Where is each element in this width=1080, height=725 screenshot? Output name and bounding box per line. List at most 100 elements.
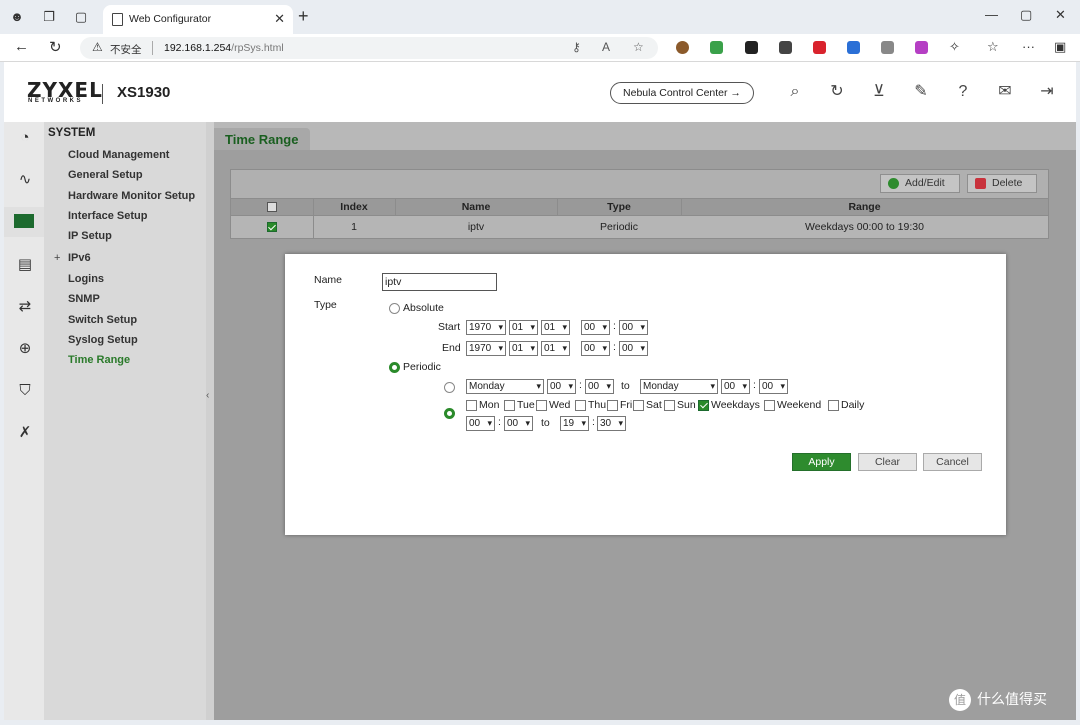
absolute-radio[interactable] [389, 303, 400, 314]
range-from-hour-select[interactable]: 00 [547, 379, 576, 394]
select-all-checkbox[interactable] [267, 202, 277, 213]
day-checkbox-tue[interactable] [504, 400, 515, 411]
url-bar[interactable]: ⚠ 不安全 192.168.1.254/rpSys.html ⚷ A ☆ [80, 37, 658, 59]
day-checkbox-mon[interactable] [466, 400, 477, 411]
cookie-extension-icon[interactable] [676, 41, 689, 54]
day-checkbox-weekend[interactable] [764, 400, 775, 411]
close-window-icon[interactable]: ✕ [1055, 7, 1066, 23]
days-from-hour-select[interactable]: 00 [466, 416, 495, 431]
day-checkbox-thu[interactable] [575, 400, 586, 411]
days-to-hour-select[interactable]: 19 [560, 416, 589, 431]
range-to-hour-select[interactable]: 00 [721, 379, 750, 394]
security-icon[interactable]: ⛉ [14, 381, 36, 401]
end-day-select[interactable]: 01 [541, 341, 570, 356]
tools-icon[interactable]: ✎ [911, 82, 931, 102]
collections-icon[interactable]: ❐ [40, 8, 58, 26]
search-icon[interactable]: ⌕ [785, 82, 805, 102]
menu-item-logins[interactable]: Logins [68, 273, 104, 285]
nebula-control-center-button[interactable]: Nebula Control Center → [610, 82, 754, 104]
table-row[interactable]: 1 iptv Periodic Weekdays 00:00 to 19:30 [231, 216, 1048, 238]
network-icon[interactable]: ⊕ [14, 339, 36, 359]
android-extension-icon[interactable] [710, 41, 723, 54]
read-aloud-icon[interactable]: A [602, 40, 610, 54]
menu-item-snmp[interactable]: SNMP [68, 293, 100, 305]
purple-extension-icon[interactable] [915, 41, 928, 54]
monitor-icon[interactable]: ∿ [14, 170, 36, 190]
expand-icon[interactable]: + [54, 252, 60, 264]
range-to-day-select[interactable]: Monday [640, 379, 718, 394]
messages-icon[interactable]: ✉ [995, 82, 1015, 102]
clear-button[interactable]: Clear [858, 453, 917, 471]
close-tab-icon[interactable]: ✕ [274, 11, 285, 27]
menu-item-time-range[interactable]: Time Range [68, 354, 130, 366]
name-input[interactable] [382, 273, 497, 291]
favorite-star-icon[interactable]: ☆ [633, 40, 644, 54]
browser-tab[interactable]: Web Configurator ✕ [103, 5, 293, 34]
menu-item-ip-setup[interactable]: IP Setup [68, 230, 112, 242]
new-tab-icon[interactable]: + [298, 6, 309, 27]
sidebar-toggle-icon[interactable]: ▣ [1054, 39, 1066, 55]
start-month-select[interactable]: 01 [509, 320, 538, 335]
red-extension-icon[interactable] [813, 41, 826, 54]
end-hour-select[interactable]: 00 [581, 341, 610, 356]
blue-extension-icon[interactable] [847, 41, 860, 54]
menu-item-general-setup[interactable]: General Setup [68, 169, 143, 181]
grid-extension-icon[interactable] [745, 41, 758, 54]
menu-item-syslog-setup[interactable]: Syslog Setup [68, 334, 138, 346]
row-checkbox[interactable] [267, 222, 277, 233]
url-text[interactable]: 192.168.1.254/rpSys.html [164, 42, 284, 54]
system-icon[interactable] [4, 207, 44, 237]
minimize-icon[interactable]: — [985, 7, 998, 22]
help-icon[interactable]: ? [953, 82, 973, 102]
days-from-minute-select[interactable]: 00 [504, 416, 533, 431]
range-mode-radio[interactable] [444, 382, 455, 393]
menu-item-cloud-management[interactable]: Cloud Management [68, 149, 169, 161]
back-icon[interactable]: ← [14, 38, 29, 55]
warning-icon[interactable]: ⚠ [92, 40, 103, 54]
gray-extension-icon[interactable] [881, 41, 894, 54]
delete-button[interactable]: Delete [967, 174, 1037, 193]
day-checkbox-sat[interactable] [633, 400, 644, 411]
s-extension-icon[interactable] [779, 41, 792, 54]
days-mode-radio[interactable] [444, 408, 455, 419]
start-day-select[interactable]: 01 [541, 320, 570, 335]
maintenance-icon[interactable]: ✗ [14, 423, 36, 443]
range-to-minute-select[interactable]: 00 [759, 379, 788, 394]
start-year-select[interactable]: 1970 [466, 320, 506, 335]
profile-icon[interactable]: ☻ [8, 8, 26, 26]
dashboard-icon[interactable]: ◔ [14, 128, 36, 148]
refresh-icon[interactable]: ↻ [827, 82, 847, 102]
add-edit-button[interactable]: Add/Edit [880, 174, 960, 193]
apply-button[interactable]: Apply [792, 453, 851, 471]
end-year-select[interactable]: 1970 [466, 341, 506, 356]
day-checkbox-wed[interactable] [536, 400, 547, 411]
periodic-radio[interactable] [389, 362, 400, 373]
refresh-icon[interactable]: ↻ [49, 38, 62, 56]
favorites-icon[interactable]: ☆ [987, 39, 999, 55]
start-minute-select[interactable]: 00 [619, 320, 648, 335]
end-minute-select[interactable]: 00 [619, 341, 648, 356]
switching-icon[interactable]: ⇄ [14, 297, 36, 317]
day-checkbox-sun[interactable] [664, 400, 675, 411]
day-checkbox-daily[interactable] [828, 400, 839, 411]
range-from-minute-select[interactable]: 00 [585, 379, 614, 394]
port-icon[interactable]: ▤ [14, 255, 36, 275]
sidebar-collapse-handle[interactable]: ‹ [206, 122, 214, 720]
end-month-select[interactable]: 01 [509, 341, 538, 356]
extensions-icon[interactable]: ✧ [949, 39, 960, 55]
day-checkbox-weekdays[interactable] [698, 400, 709, 411]
menu-item-switch-setup[interactable]: Switch Setup [68, 314, 137, 326]
save-icon[interactable]: ⊻ [869, 82, 889, 102]
cancel-button[interactable]: Cancel [923, 453, 982, 471]
logout-icon[interactable]: ⇥ [1037, 82, 1057, 102]
maximize-icon[interactable]: ▢ [1020, 7, 1032, 23]
menu-item-ipv6[interactable]: IPv6 [68, 252, 91, 264]
menu-item-interface-setup[interactable]: Interface Setup [68, 210, 147, 222]
key-icon[interactable]: ⚷ [572, 40, 581, 54]
start-hour-select[interactable]: 00 [581, 320, 610, 335]
menu-item-hardware-monitor-setup[interactable]: Hardware Monitor Setup [68, 190, 195, 202]
more-menu-icon[interactable]: ··· [1022, 39, 1035, 54]
day-checkbox-fri[interactable] [607, 400, 618, 411]
tab-actions-icon[interactable]: ▢ [72, 8, 90, 26]
days-to-minute-select[interactable]: 30 [597, 416, 626, 431]
